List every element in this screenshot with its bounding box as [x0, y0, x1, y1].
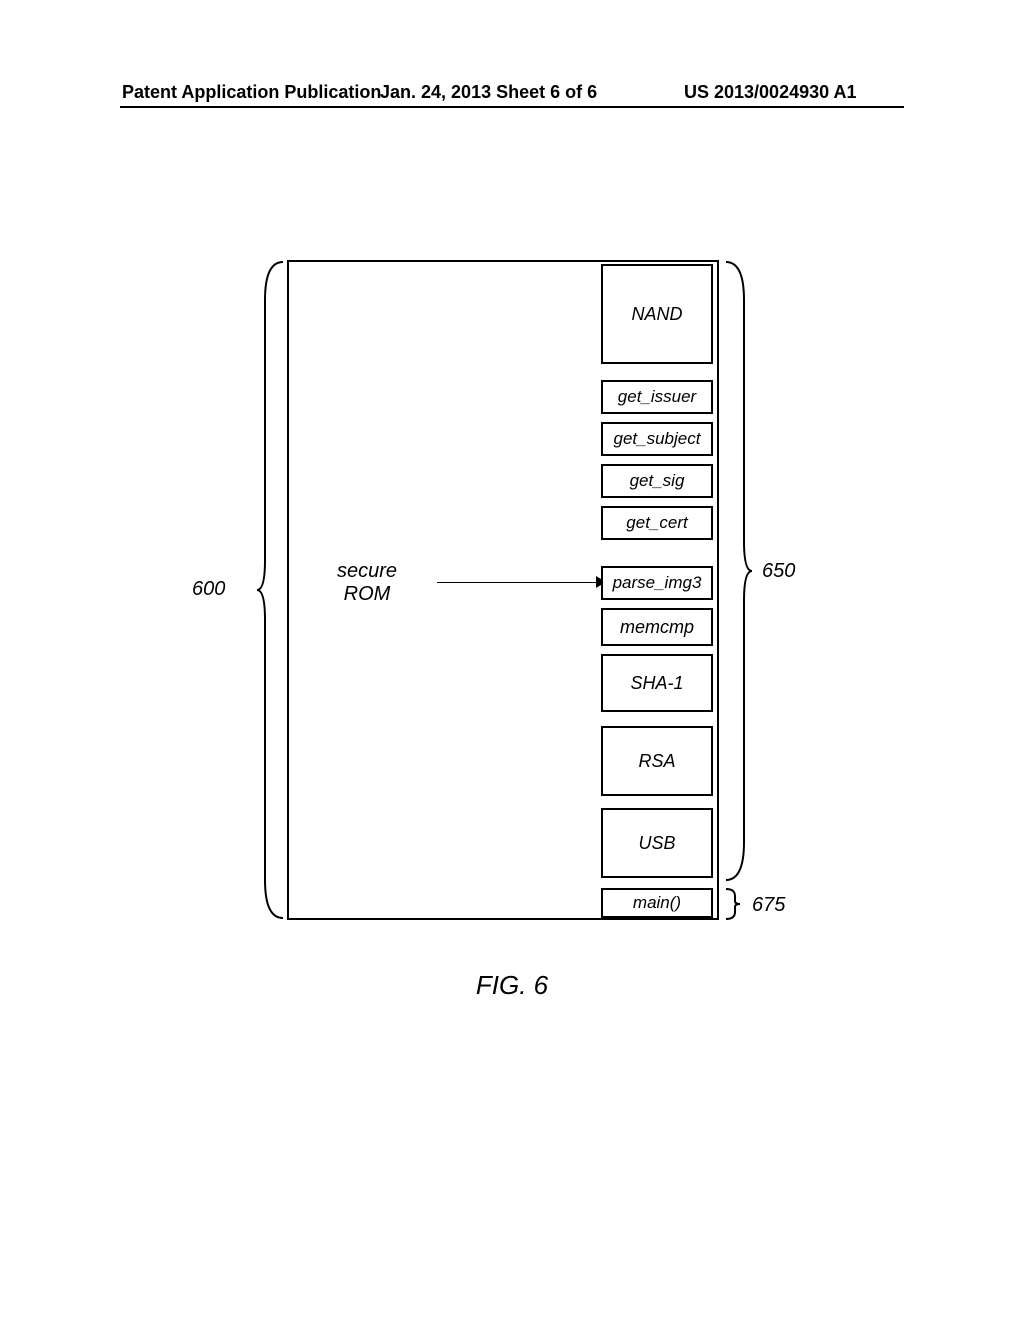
- header-right: US 2013/0024930 A1: [684, 82, 856, 103]
- brace-675-icon: [724, 888, 742, 920]
- box-memcmp: memcmp: [601, 608, 713, 646]
- header-left: Patent Application Publication: [122, 82, 381, 103]
- box-nand: NAND: [601, 264, 713, 364]
- secure-rom-label: secure ROM: [297, 560, 437, 606]
- figure-6-diagram: secure ROM NAND get_issuer get_subject g…: [0, 260, 1024, 960]
- secure-rom-label-line1: secure: [337, 560, 397, 582]
- box-rsa-label: RSA: [638, 751, 675, 772]
- secure-rom-label-line2: ROM: [344, 583, 391, 605]
- box-get-cert-label: get_cert: [626, 513, 687, 533]
- box-usb: USB: [601, 808, 713, 878]
- brace-600-icon: [255, 260, 285, 920]
- box-sha1-label: SHA-1: [630, 673, 683, 694]
- ref-650: 650: [762, 560, 795, 583]
- box-main: main(): [601, 888, 713, 918]
- box-memcmp-label: memcmp: [620, 617, 694, 638]
- box-parse-img3-label: parse_img3: [613, 573, 702, 593]
- box-rsa: RSA: [601, 726, 713, 796]
- figure-caption: FIG. 6: [0, 970, 1024, 1001]
- box-get-sig: get_sig: [601, 464, 713, 498]
- box-usb-label: USB: [638, 833, 675, 854]
- box-parse-img3: parse_img3: [601, 566, 713, 600]
- header-rule: [120, 106, 904, 108]
- box-nand-label: NAND: [631, 304, 682, 325]
- ref-600: 600: [192, 578, 225, 601]
- box-get-issuer-label: get_issuer: [618, 387, 696, 407]
- ref-675: 675: [752, 894, 785, 917]
- brace-650-icon: [724, 260, 754, 882]
- box-get-issuer: get_issuer: [601, 380, 713, 414]
- arrow-to-parse-img3: [437, 582, 600, 583]
- header-middle: Jan. 24, 2013 Sheet 6 of 6: [380, 82, 597, 103]
- box-get-sig-label: get_sig: [630, 471, 685, 491]
- box-get-cert: get_cert: [601, 506, 713, 540]
- box-sha1: SHA-1: [601, 654, 713, 712]
- box-get-subject: get_subject: [601, 422, 713, 456]
- box-main-label: main(): [633, 893, 681, 913]
- box-get-subject-label: get_subject: [614, 429, 701, 449]
